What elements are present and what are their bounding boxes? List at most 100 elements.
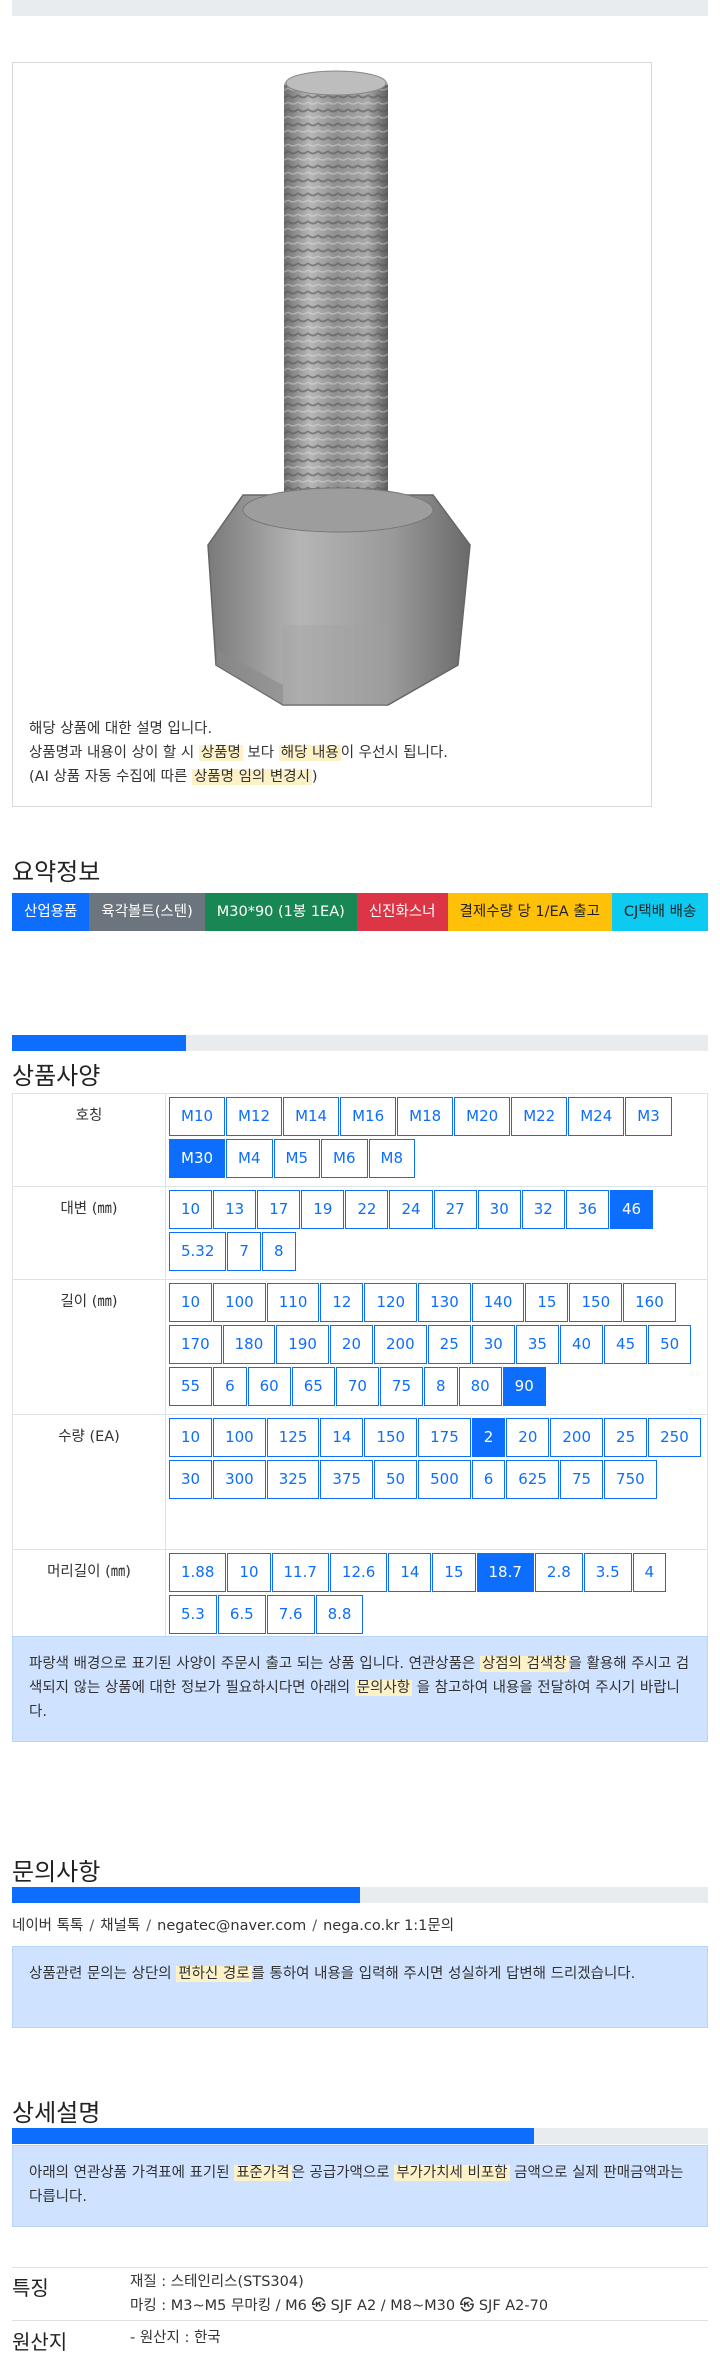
spec-option-button[interactable]: 4 bbox=[632, 1553, 667, 1592]
spec-option-button[interactable]: 25 bbox=[427, 1325, 471, 1364]
spec-option-button[interactable]: 17 bbox=[257, 1190, 301, 1229]
spec-option-button[interactable]: 7 bbox=[227, 1232, 261, 1271]
spec-option-button[interactable]: M10 bbox=[169, 1097, 226, 1136]
spec-option-button[interactable]: 175 bbox=[418, 1418, 471, 1457]
spec-option-button[interactable]: 625 bbox=[506, 1460, 559, 1499]
summary-badge: 산업용품 bbox=[12, 893, 90, 931]
spec-option-button[interactable]: 60 bbox=[247, 1367, 291, 1406]
spec-option-button[interactable]: 180 bbox=[222, 1325, 276, 1364]
spec-option-button[interactable]: 22 bbox=[345, 1190, 389, 1229]
spec-option-button[interactable]: 10 bbox=[227, 1553, 271, 1592]
spec-option-button[interactable]: 20 bbox=[506, 1418, 550, 1457]
spec-option-button[interactable]: 1.88 bbox=[169, 1553, 227, 1592]
spec-option-button[interactable]: 11.7 bbox=[271, 1553, 329, 1592]
spec-option-button[interactable]: 750 bbox=[604, 1460, 657, 1499]
spec-option-button[interactable]: 70 bbox=[335, 1367, 379, 1406]
spec-option-button[interactable]: 12 bbox=[320, 1283, 364, 1322]
spec-option-button[interactable]: M8 bbox=[368, 1139, 416, 1178]
spec-option-button[interactable]: 40 bbox=[559, 1325, 604, 1364]
spec-option-button[interactable]: M4 bbox=[226, 1139, 273, 1178]
spec-option-button[interactable]: M22 bbox=[511, 1097, 568, 1136]
spec-option-button[interactable]: 130 bbox=[418, 1283, 471, 1322]
spec-option-button[interactable]: 19 bbox=[301, 1190, 345, 1229]
spec-option-button[interactable]: 3.5 bbox=[583, 1553, 632, 1592]
spec-option-button[interactable]: M14 bbox=[283, 1097, 340, 1136]
spec-option-button[interactable]: 200 bbox=[550, 1418, 604, 1457]
spec-option-button[interactable]: M20 bbox=[454, 1097, 511, 1136]
inquiry-link[interactable]: 네이버 톡톡 bbox=[12, 1918, 83, 1934]
spec-option-button[interactable]: 8 bbox=[424, 1367, 458, 1406]
spec-option-button[interactable]: 10 bbox=[169, 1283, 213, 1322]
spec-option-button[interactable]: 2 bbox=[471, 1418, 506, 1457]
spec-option-button[interactable]: 15 bbox=[525, 1283, 569, 1322]
spec-option-button[interactable]: 6 bbox=[213, 1367, 247, 1406]
spec-option-button[interactable]: 24 bbox=[389, 1190, 433, 1229]
spec-option-button[interactable]: 65 bbox=[291, 1367, 335, 1406]
spec-option-button[interactable]: 30 bbox=[169, 1460, 213, 1499]
spec-option-button[interactable]: M5 bbox=[273, 1139, 321, 1178]
spec-option-button[interactable]: 200 bbox=[374, 1325, 427, 1364]
spec-option-button[interactable]: 75 bbox=[379, 1367, 424, 1406]
spec-option-button[interactable]: 325 bbox=[266, 1460, 320, 1499]
spec-option-button[interactable]: 45 bbox=[604, 1325, 648, 1364]
spec-option-button[interactable]: 75 bbox=[559, 1460, 604, 1499]
spec-option-button[interactable]: 90 bbox=[502, 1367, 546, 1406]
inquiry-link[interactable]: negatec@naver.com bbox=[157, 1918, 306, 1934]
spec-option-button[interactable]: 150 bbox=[364, 1418, 418, 1457]
spec-option-button[interactable]: 8.8 bbox=[315, 1595, 364, 1634]
spec-option-button[interactable]: 160 bbox=[623, 1283, 676, 1322]
spec-option-button[interactable]: 55 bbox=[169, 1367, 213, 1406]
spec-option-button[interactable]: 5.3 bbox=[169, 1595, 217, 1634]
spec-option-button[interactable]: 300 bbox=[213, 1460, 266, 1499]
spec-option-button[interactable]: 25 bbox=[604, 1418, 648, 1457]
spec-option-button[interactable]: 10 bbox=[169, 1190, 213, 1229]
spec-option-button[interactable]: 150 bbox=[569, 1283, 623, 1322]
spec-option-button[interactable]: 140 bbox=[471, 1283, 525, 1322]
spec-option-button[interactable]: 14 bbox=[320, 1418, 364, 1457]
spec-option-button[interactable]: M6 bbox=[321, 1139, 368, 1178]
spec-option-button[interactable]: 5.32 bbox=[169, 1232, 227, 1271]
spec-option-button[interactable]: 100 bbox=[213, 1283, 266, 1322]
spec-option-button[interactable]: 14 bbox=[388, 1553, 432, 1592]
spec-option-button[interactable]: 110 bbox=[266, 1283, 320, 1322]
spec-option-button[interactable]: 7.6 bbox=[266, 1595, 315, 1634]
spec-option-button[interactable]: M18 bbox=[397, 1097, 454, 1136]
spec-option-button[interactable]: 30 bbox=[471, 1325, 515, 1364]
spec-option-button[interactable]: 500 bbox=[418, 1460, 471, 1499]
spec-option-button[interactable]: 27 bbox=[433, 1190, 477, 1229]
spec-option-button[interactable]: 170 bbox=[169, 1325, 222, 1364]
spec-option-button[interactable]: 120 bbox=[364, 1283, 418, 1322]
spec-option-button[interactable]: 6.5 bbox=[217, 1595, 266, 1634]
spec-row: 머리길이 (㎜) 1.88 10 11.7 12.6 14 15 18.7 2.8 3.5 4 5.3… bbox=[12, 1549, 708, 1643]
spec-option-button[interactable]: 125 bbox=[266, 1418, 320, 1457]
spec-option-button[interactable]: M16 bbox=[340, 1097, 397, 1136]
spec-option-button[interactable]: 6 bbox=[471, 1460, 506, 1499]
inquiry-link[interactable]: nega.co.kr 1:1문의 bbox=[323, 1918, 454, 1934]
spec-option-button[interactable]: 10 bbox=[169, 1418, 213, 1457]
spec-option-button[interactable]: 80 bbox=[458, 1367, 502, 1406]
spec-option-button[interactable]: M3 bbox=[625, 1097, 672, 1136]
spec-option-button[interactable]: 250 bbox=[648, 1418, 701, 1457]
spec-option-button[interactable]: 12.6 bbox=[329, 1553, 388, 1592]
spec-option-button[interactable]: 46 bbox=[609, 1190, 654, 1229]
spec-option-button[interactable]: M30 bbox=[169, 1139, 226, 1178]
spec-option-button[interactable]: 20 bbox=[329, 1325, 374, 1364]
spec-option-button[interactable]: 375 bbox=[320, 1460, 374, 1499]
spec-option-button[interactable]: M24 bbox=[568, 1097, 625, 1136]
spec-option-button[interactable]: 2.8 bbox=[534, 1553, 583, 1592]
spec-option-button[interactable]: 15 bbox=[432, 1553, 476, 1592]
spec-option-button[interactable]: 190 bbox=[276, 1325, 329, 1364]
spec-option-button[interactable]: 32 bbox=[521, 1190, 565, 1229]
spec-option-button[interactable]: M12 bbox=[226, 1097, 283, 1136]
spec-option-button[interactable]: 30 bbox=[477, 1190, 521, 1229]
spec-option-button[interactable]: 13 bbox=[213, 1190, 257, 1229]
spec-option-button[interactable]: 8 bbox=[261, 1232, 296, 1271]
link-separator: / bbox=[312, 1918, 318, 1934]
spec-option-button[interactable]: 36 bbox=[565, 1190, 609, 1229]
inquiry-link[interactable]: 채널톡 bbox=[100, 1918, 140, 1934]
spec-option-button[interactable]: 18.7 bbox=[476, 1553, 534, 1592]
spec-option-button[interactable]: 50 bbox=[648, 1325, 692, 1364]
spec-option-button[interactable]: 35 bbox=[515, 1325, 559, 1364]
spec-option-button[interactable]: 100 bbox=[213, 1418, 266, 1457]
spec-option-button[interactable]: 50 bbox=[374, 1460, 418, 1499]
